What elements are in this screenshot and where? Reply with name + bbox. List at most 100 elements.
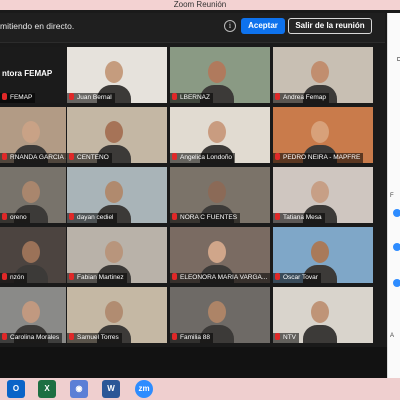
participant-name-label: LBERNAZ: [170, 93, 213, 103]
muted-mic-icon: [69, 153, 74, 160]
muted-mic-icon: [2, 93, 7, 100]
notice-message: mitiendo en directo.: [0, 21, 75, 31]
participant-name: Juan Bernal: [77, 94, 112, 101]
muted-mic-icon: [69, 333, 74, 340]
participant-name-label: CENTENO: [67, 153, 112, 163]
outlook-app-icon[interactable]: O: [7, 380, 25, 398]
participant-name-label: Andrea Femap: [273, 93, 329, 103]
participant-name: nzón: [10, 274, 25, 281]
muted-mic-icon: [275, 213, 280, 220]
person-silhouette: [208, 181, 226, 203]
participant-name: dayan cediel: [77, 214, 114, 221]
chrome-app-icon[interactable]: ◉: [70, 380, 88, 398]
person-silhouette: [105, 181, 123, 203]
radio-indicator[interactable]: [393, 279, 400, 287]
participant-name: Andrea Femap: [283, 94, 326, 101]
participant-name-label: Fabian Martinez: [67, 273, 127, 283]
person-silhouette: [105, 301, 123, 323]
participant-video-tile[interactable]: LBERNAZ: [170, 47, 270, 103]
participant-name: Oscar Tovar: [283, 274, 318, 281]
participant-name-label: Oscar Tovar: [273, 273, 321, 283]
participant-video-tile[interactable]: Juan Bernal: [67, 47, 167, 103]
participant-name-label: Samuel Torres: [67, 333, 122, 343]
muted-mic-icon: [172, 213, 177, 220]
participant-video-tile[interactable]: Samuel Torres: [67, 287, 167, 343]
participant-video-tile[interactable]: Familia 88: [170, 287, 270, 343]
participant-name-display: ntora FEMAP: [2, 69, 53, 78]
gallery-view: ntora FEMAP FEMAP Juan Bernal LBERNAZ Andrea…: [0, 47, 385, 347]
participant-name: Tatiana Mesa: [283, 214, 322, 221]
participant-video-tile[interactable]: PEDRO NEIRA - MAPFRE: [273, 107, 373, 163]
person-silhouette: [22, 241, 40, 263]
radio-indicator[interactable]: [393, 209, 400, 217]
radio-indicator[interactable]: [393, 243, 400, 251]
participant-name: Familia 88: [180, 334, 210, 341]
accept-button[interactable]: Aceptar: [241, 18, 285, 34]
participant-name-label: NORA C FUENTES: [170, 213, 241, 223]
participant-video-tile[interactable]: RNANDA GARCIA ...: [0, 107, 66, 163]
muted-mic-icon: [69, 273, 74, 280]
muted-mic-icon: [2, 333, 7, 340]
participant-video-tile[interactable]: ntora FEMAP FEMAP: [0, 47, 66, 103]
participant-name: Samuel Torres: [77, 334, 119, 341]
muted-mic-icon: [2, 153, 7, 160]
participant-name: ELEONORA MARIA VARGA...: [180, 274, 268, 281]
participant-video-tile[interactable]: nzón: [0, 227, 66, 283]
person-silhouette: [22, 181, 40, 203]
muted-mic-icon: [69, 93, 74, 100]
recording-notice-bar: mitiendo en directo. i Aceptar Salir de …: [0, 13, 385, 43]
muted-mic-icon: [69, 213, 74, 220]
participant-name: oreno: [10, 214, 27, 221]
person-silhouette: [208, 121, 226, 143]
participant-video-tile[interactable]: Oscar Tovar: [273, 227, 373, 283]
info-icon[interactable]: i: [224, 20, 236, 32]
participant-name-label: PEDRO NEIRA - MAPFRE: [273, 153, 364, 163]
muted-mic-icon: [172, 333, 177, 340]
panel-text-2: A: [390, 333, 395, 339]
participant-video-tile[interactable]: Carolina Morales: [0, 287, 66, 343]
participant-name: LBERNAZ: [180, 94, 210, 101]
person-shoulders: [303, 325, 337, 343]
muted-mic-icon: [172, 93, 177, 100]
participant-video-tile[interactable]: Tatiana Mesa: [273, 167, 373, 223]
participant-video-tile[interactable]: Angelica Londoño: [170, 107, 270, 163]
participant-name: RNANDA GARCIA ...: [10, 154, 66, 161]
participant-name-label: dayan cediel: [67, 213, 117, 223]
muted-mic-icon: [275, 273, 280, 280]
participant-video-tile[interactable]: Fabian Martinez: [67, 227, 167, 283]
excel-app-icon[interactable]: X: [38, 380, 56, 398]
participant-name: PEDRO NEIRA - MAPFRE: [283, 154, 361, 161]
participant-name-label: oreno: [0, 213, 30, 223]
taskbar: O X ◉ Wzm: [0, 378, 400, 400]
participant-name-label: RNANDA GARCIA ...: [0, 153, 66, 163]
participant-name-label: Juan Bernal: [67, 93, 115, 103]
participant-video-tile[interactable]: NTV: [273, 287, 373, 343]
person-silhouette: [105, 241, 123, 263]
participant-name-label: Carolina Morales: [0, 333, 63, 343]
participant-video-tile[interactable]: ELEONORA MARIA VARGA...: [170, 227, 270, 283]
zoom-app-icon[interactable]: zm: [135, 380, 153, 398]
participant-video-tile[interactable]: CENTENO: [67, 107, 167, 163]
participant-name-label: FEMAP: [0, 93, 36, 103]
muted-mic-icon: [275, 93, 280, 100]
participant-name: FEMAP: [10, 94, 33, 101]
window-title: Zoom Reunión: [0, 0, 400, 10]
participant-name-label: NTV: [273, 333, 299, 343]
muted-mic-icon: [2, 213, 7, 220]
panel-text-1: F: [390, 193, 394, 199]
person-silhouette: [311, 181, 329, 203]
leave-meeting-button[interactable]: Salir de la reunión: [288, 18, 372, 34]
participant-video-tile[interactable]: NORA C FUENTES: [170, 167, 270, 223]
muted-mic-icon: [275, 333, 280, 340]
person-silhouette: [311, 121, 329, 143]
word-app-icon[interactable]: W: [102, 380, 120, 398]
participant-video-tile[interactable]: dayan cediel: [67, 167, 167, 223]
meeting-controls-bar: [0, 347, 387, 378]
muted-mic-icon: [275, 153, 280, 160]
participant-video-tile[interactable]: oreno: [0, 167, 66, 223]
participant-name: NORA C FUENTES: [180, 214, 238, 221]
person-silhouette: [311, 241, 329, 263]
participant-video-tile[interactable]: Andrea Femap: [273, 47, 373, 103]
person-silhouette: [311, 301, 329, 323]
person-silhouette: [22, 301, 40, 323]
